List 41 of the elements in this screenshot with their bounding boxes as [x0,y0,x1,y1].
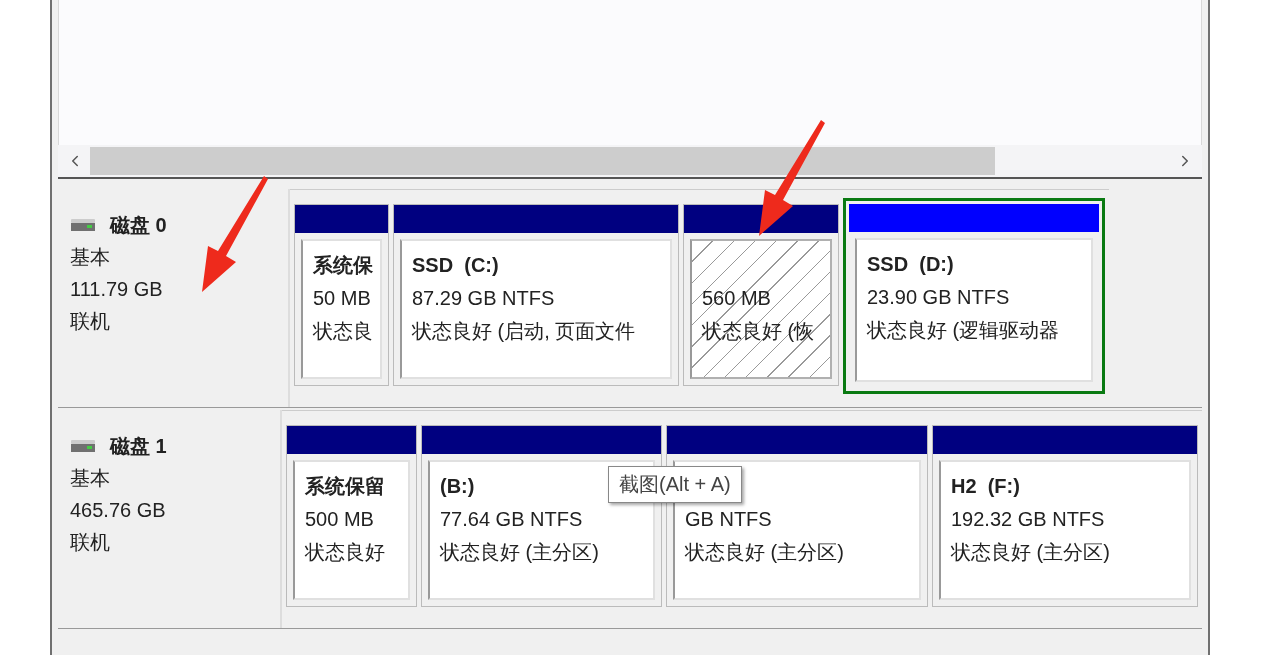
partition-size: 500 MB [305,507,374,532]
partition-status: 状态良 [313,319,373,344]
partition-status: 状态良好 (启动, 页面文件 [412,319,636,344]
partition-status: 状态良好 [305,540,385,565]
horizontal-scrollbar[interactable] [58,145,1202,179]
disk-type: 基本 [70,466,110,491]
partition-status: 状态良好 (恢 [702,319,815,344]
partition-size: 192.32 GB NTFS [951,507,1105,532]
partition[interactable]: SSD (C:) 87.29 GB NTFS 状态良好 (启动, 页面文件 [393,204,679,386]
partition-size: 50 MB [313,286,371,311]
partition-size: 560 MB [702,286,771,311]
partition[interactable]: 系统保 50 MB 状态良 [294,204,389,386]
disk-size: 111.79 GB [70,277,163,302]
partition-size: GB NTFS [685,507,772,532]
disk-type: 基本 [70,245,110,270]
partition-title: H2 (F:) [951,474,1020,499]
partition[interactable]: 系统保留 500 MB 状态良好 [286,425,417,607]
partition[interactable]: H2 (F:) 192.32 GB NTFS 状态良好 (主分区) [932,425,1198,607]
partition-status: 状态良好 (主分区) [685,540,844,565]
scrollbar-thumb[interactable] [90,147,995,175]
partition-status: 状态良好 (主分区) [951,540,1110,565]
disk-status: 联机 [70,530,110,555]
disk-drive-icon [70,439,96,453]
partition[interactable]: SSD (D:) 23.90 GB NTFS 状态良好 (逻辑驱动器 [843,198,1105,394]
disk-size: 465.76 GB [70,498,166,523]
partition-title: SSD (D:) [867,252,954,277]
partition-title: SSD (C:) [412,253,499,278]
partition-title: (B:) [440,474,475,499]
disk-name: 磁盘 1 [110,434,167,459]
tooltip: 截图(Alt + A) [608,466,742,503]
partition-status: 状态良好 (主分区) [440,540,599,565]
partition[interactable]: 560 MB 状态良好 (恢 [683,204,839,386]
disk-status: 联机 [70,309,110,334]
partition-size: 87.29 GB NTFS [412,286,555,311]
partition-status: 状态良好 (逻辑驱动器 [867,318,1060,343]
partition-title: 系统保 [313,253,373,278]
disk-name: 磁盘 0 [110,213,167,238]
partition-size: 77.64 GB NTFS [440,507,583,532]
partition-size: 23.90 GB NTFS [867,285,1010,310]
disk-drive-icon [70,218,96,232]
partition-title: 系统保留 [305,474,385,499]
